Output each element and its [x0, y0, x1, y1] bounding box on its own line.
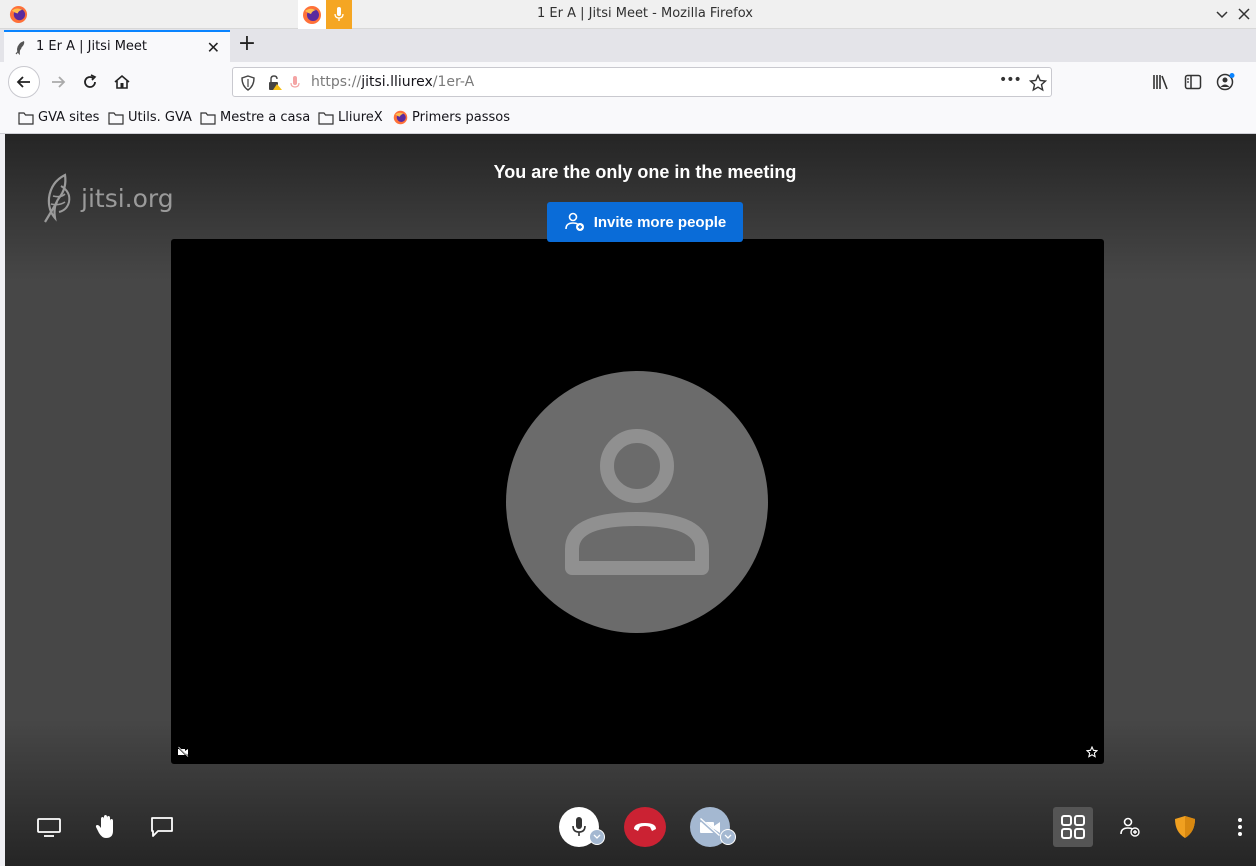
dominant-speaker-star-icon [1086, 746, 1098, 758]
add-participant-icon [564, 212, 584, 231]
tab-jitsi-meet[interactable]: 1 Er A | Jitsi Meet ✕ [4, 30, 230, 62]
invite-participants-button[interactable] [1117, 814, 1143, 840]
chat-icon [151, 817, 173, 837]
video-settings-chevron[interactable] [720, 829, 736, 845]
home-icon [114, 74, 130, 89]
url-prefix: https:// [311, 74, 362, 90]
forward-button[interactable] [42, 66, 74, 98]
user-silhouette-icon [565, 429, 709, 575]
shield-icon [1175, 816, 1195, 838]
microphone-permission-icon[interactable] [289, 75, 301, 91]
bookmark-label: Utils. GVA [128, 110, 192, 125]
tab-close-icon[interactable]: ✕ [207, 38, 220, 57]
home-button[interactable] [106, 66, 138, 98]
microphone-toggle-button[interactable] [559, 807, 605, 847]
invite-label: Invite more people [593, 213, 727, 231]
logo-text: jitsi.org [81, 183, 174, 213]
star-bookmark-icon[interactable] [1029, 74, 1047, 92]
security-options-button[interactable] [1172, 814, 1198, 840]
video-tile[interactable] [171, 239, 1104, 764]
invite-more-people-button[interactable]: Invite more people [547, 202, 743, 242]
window-titlebar: 1 Er A | Jitsi Meet - Mozilla Firefox [0, 0, 1256, 29]
navigation-bar: https://jitsi.lliurex/1er-A ••• [0, 62, 1256, 102]
firefox-icon [393, 110, 408, 125]
folder-icon [18, 111, 34, 125]
tile-view-button[interactable] [1053, 807, 1093, 847]
url-bar[interactable]: https://jitsi.lliurex/1er-A ••• [232, 67, 1052, 97]
camera-off-indicator-icon [177, 746, 189, 758]
bookmark-lliurex[interactable]: LliureX [318, 110, 383, 125]
folder-icon [318, 111, 334, 125]
folder-icon [108, 111, 124, 125]
bookmark-primers-passos[interactable]: Primers passos [393, 110, 510, 125]
url-host: jitsi.lliurex [361, 74, 433, 90]
raise-hand-button[interactable] [92, 812, 120, 842]
share-screen-button[interactable] [35, 814, 63, 840]
insecure-lock-icon[interactable] [267, 75, 283, 91]
back-button[interactable] [8, 66, 40, 98]
bookmark-label: GVA sites [38, 110, 100, 125]
url-text[interactable]: https://jitsi.lliurex/1er-A [311, 74, 474, 90]
add-participant-icon [1120, 817, 1140, 837]
raise-hand-icon [95, 815, 113, 838]
more-actions-button[interactable] [1231, 814, 1249, 840]
close-window-icon[interactable] [1236, 6, 1252, 22]
bookmark-label: Primers passos [412, 110, 510, 125]
shield-tracking-icon[interactable] [241, 75, 255, 91]
library-icon[interactable] [1152, 73, 1170, 91]
bookmark-label: LliureX [338, 110, 383, 125]
account-icon[interactable] [1216, 73, 1236, 91]
sidebar-icon[interactable] [1184, 73, 1202, 91]
tab-label: 1 Er A | Jitsi Meet [36, 39, 148, 54]
jitsi-favicon-icon [15, 41, 25, 55]
arrow-right-icon [52, 76, 66, 88]
hangup-phone-icon [634, 823, 656, 831]
audio-settings-chevron[interactable] [589, 829, 605, 845]
reload-button[interactable] [74, 66, 106, 98]
reload-icon [84, 74, 97, 88]
chevron-down-icon[interactable] [1214, 6, 1230, 22]
bookmark-label: Mestre a casa [220, 110, 311, 125]
bookmark-utils-gva[interactable]: Utils. GVA [108, 110, 192, 125]
chevron-down-icon [593, 834, 601, 839]
chat-button[interactable] [148, 814, 176, 840]
url-path: /1er-A [432, 74, 475, 90]
more-vertical-icon [1238, 818, 1242, 836]
tile-view-icon [1061, 815, 1085, 839]
microphone-icon [572, 817, 586, 836]
bookmark-mestre-a-casa[interactable]: Mestre a casa [200, 110, 310, 125]
page-actions-button[interactable]: ••• [999, 72, 1022, 88]
camera-off-icon [698, 817, 721, 837]
bookmark-gva-sites[interactable]: GVA sites [18, 110, 99, 125]
hangup-button[interactable] [624, 807, 666, 847]
new-tab-button[interactable]: + [236, 33, 258, 57]
meeting-status-text: You are the only one in the meeting [493, 162, 797, 182]
chevron-down-icon [724, 834, 732, 839]
bookmarks-toolbar: GVA sites Utils. GVA Mestre a casa Lliur… [0, 102, 1256, 134]
participant-avatar [506, 371, 768, 633]
screen-share-icon [37, 818, 61, 837]
arrow-left-icon [16, 76, 30, 88]
tab-strip: 1 Er A | Jitsi Meet ✕ + [0, 29, 1256, 62]
jitsi-meeting-area: jitsi.org You are the only one in the me… [5, 134, 1256, 866]
window-title: 1 Er A | Jitsi Meet - Mozilla Firefox [537, 6, 753, 21]
camera-toggle-button[interactable] [690, 807, 736, 847]
folder-icon [200, 111, 216, 125]
